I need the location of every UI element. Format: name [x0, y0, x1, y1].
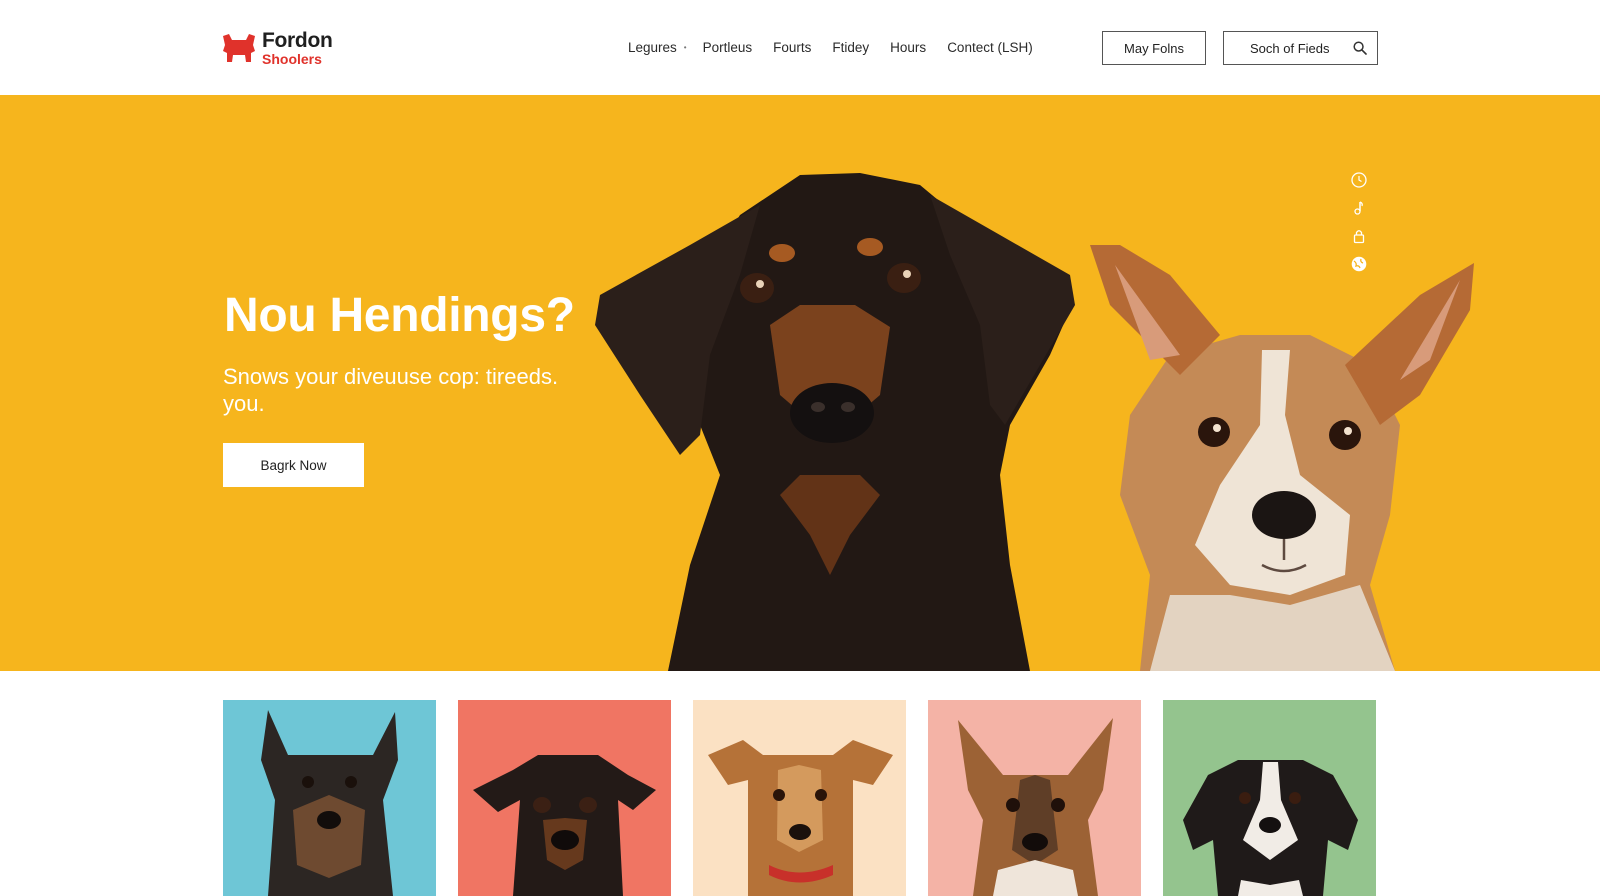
gallery-card[interactable] — [928, 700, 1141, 896]
brown-pointy-eared-dog — [928, 700, 1141, 896]
gallery-card[interactable] — [223, 700, 436, 896]
search-icon[interactable] — [1353, 41, 1367, 55]
search-box[interactable]: Soch of Fieds — [1223, 31, 1378, 65]
lock-icon[interactable] — [1350, 227, 1368, 245]
nav-item-portleus[interactable]: Portleus — [703, 40, 753, 55]
site-header: Fordon Shoolers Legures • Portleus Fourt… — [0, 0, 1600, 95]
search-label: Soch of Fieds — [1250, 40, 1330, 56]
gallery-card[interactable] — [693, 700, 906, 896]
nav-item-fourts[interactable]: Fourts — [773, 40, 811, 55]
book-now-button[interactable]: Bagrk Now — [223, 443, 364, 487]
black-white-spaniel — [1163, 700, 1376, 896]
brand-tagline: Shoolers — [262, 51, 322, 67]
nav-separator: • — [683, 43, 687, 52]
globe-icon[interactable] — [1350, 255, 1368, 273]
hero-subtitle: Snows your diveuuse cop: tireeds. you. — [223, 364, 559, 416]
hero-side-icons — [1350, 171, 1368, 273]
black-and-tan-puppy — [458, 700, 671, 896]
nav-item-ftidey[interactable]: Ftidey — [832, 40, 869, 55]
black-and-tan-dog-portrait — [595, 173, 1075, 671]
clock-icon[interactable] — [1350, 171, 1368, 189]
nav-item-contact[interactable]: Contect (LSH) — [947, 40, 1033, 55]
main-nav: Legures • Portleus Fourts Ftidey Hours C… — [628, 40, 1054, 55]
gallery-card[interactable] — [1163, 700, 1376, 896]
nav-item-legures[interactable]: Legures — [628, 40, 677, 55]
tan-puppy-red-collar — [693, 700, 906, 896]
tan-and-white-terrier-portrait — [1090, 245, 1474, 671]
music-note-icon[interactable] — [1350, 199, 1368, 217]
gallery-card[interactable] — [458, 700, 671, 896]
dog-gallery — [223, 700, 1376, 896]
red-dog-logo-icon — [223, 34, 255, 62]
brand-logo[interactable]: Fordon Shoolers — [220, 30, 333, 66]
hero-title: Nou Hendings? — [224, 289, 575, 342]
nav-item-hours[interactable]: Hours — [890, 40, 926, 55]
brand-name: Fordon — [262, 29, 333, 52]
hero-banner: Nou Hendings? Snows your diveuuse cop: t… — [0, 95, 1600, 671]
dark-scruffy-terrier — [223, 700, 436, 896]
may-folns-button[interactable]: May Folns — [1102, 31, 1206, 65]
